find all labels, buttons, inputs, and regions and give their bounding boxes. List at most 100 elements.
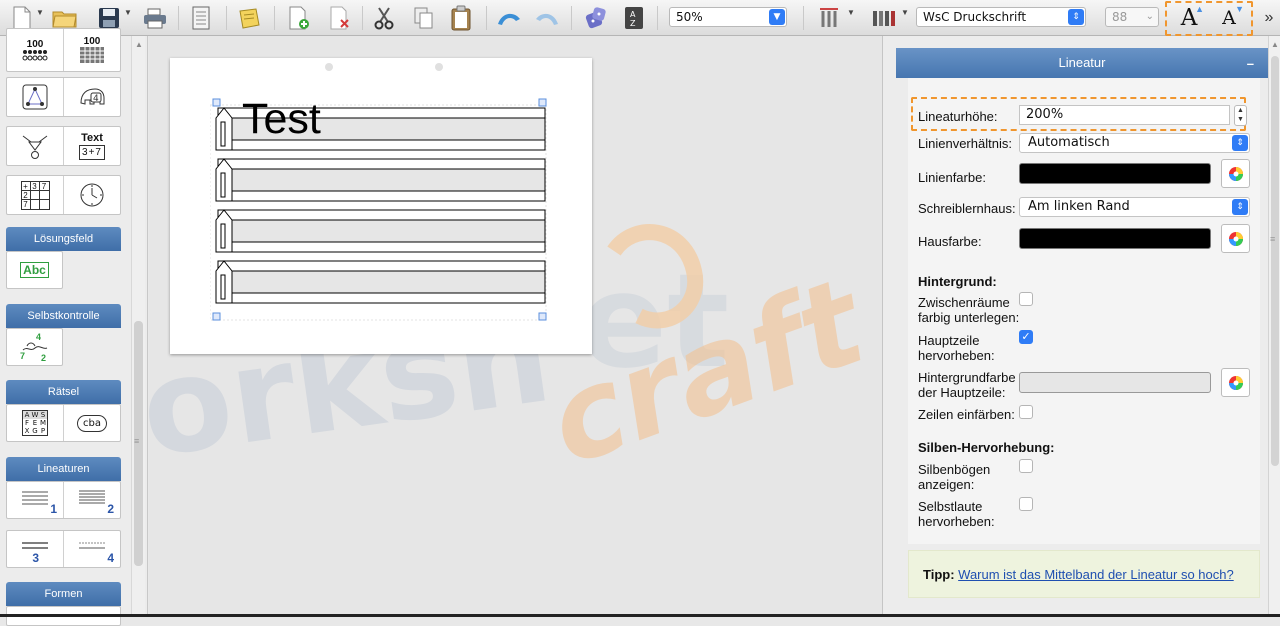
chevron-down-icon[interactable]: ▼ (124, 8, 132, 17)
section-header-raetsel[interactable]: Rätsel (6, 380, 121, 404)
clock-tool[interactable] (64, 176, 120, 214)
hintergrundfarbe-swatch[interactable] (1019, 372, 1211, 393)
scroll-up-icon[interactable]: ▲ (1271, 40, 1279, 49)
linienverhaeltnis-select[interactable]: Automatisch ⇕ (1019, 133, 1250, 153)
document-canvas[interactable]: orksh et craft Test (149, 36, 882, 617)
table-cell (30, 190, 40, 200)
decrease-font-button[interactable]: A ▼ (1212, 4, 1246, 32)
copy-icon (414, 7, 433, 29)
hauptzeile-checkbox[interactable]: ✓ (1019, 330, 1033, 344)
table-cell: 7 (22, 199, 31, 209)
elephant-tool[interactable]: 4 (64, 78, 120, 116)
section-header-selbstkontrolle[interactable]: Selbstkontrolle (6, 304, 121, 328)
redo-button[interactable] (533, 4, 561, 32)
delete-page-button[interactable] (326, 4, 354, 32)
lineatur-3-tool[interactable]: 3 (7, 531, 64, 567)
text-task-tool[interactable]: Text 3+7 (64, 127, 120, 165)
panel-splitter[interactable] (882, 36, 896, 617)
lineatur-4-tool[interactable]: 4 (64, 531, 120, 567)
sidebar-scrollbar[interactable]: ▲ ≡ (131, 36, 145, 617)
lineatur-2-tool[interactable]: 2 (64, 482, 120, 518)
increase-font-button[interactable]: A ▲ (1172, 4, 1206, 32)
table-cell: 3 (30, 181, 40, 191)
number-tree-tool[interactable] (7, 127, 64, 165)
section-header-formen[interactable]: Formen (6, 582, 121, 606)
color-wheel-icon (1228, 375, 1243, 390)
cut-button[interactable] (371, 4, 397, 32)
line-main-band (227, 270, 546, 294)
add-page-button[interactable] (285, 4, 313, 32)
chevron-down-icon[interactable]: ▼ (36, 8, 44, 17)
letter-bubble-tool[interactable]: cba (64, 405, 120, 441)
connect-dots-tool[interactable] (7, 78, 64, 116)
zeilen-einfaerben-checkbox[interactable] (1019, 405, 1033, 419)
sidebar-card-math: Text 3+7 (6, 126, 121, 166)
hausfarbe-label: Hausfarbe: (918, 234, 982, 249)
notepad-icon (239, 8, 260, 29)
panel-scrollbar[interactable]: ▲ ≡ (1268, 36, 1280, 617)
worksheet-text[interactable]: Test (242, 94, 321, 144)
abc-tool[interactable]: Abc (7, 252, 62, 288)
selection-handle (212, 312, 221, 321)
sort-button[interactable]: AZ (620, 4, 648, 32)
random-button[interactable] (582, 4, 610, 32)
lineaturhoehe-label: Lineaturhöhe: (918, 109, 998, 124)
linienfarbe-picker-button[interactable] (1221, 159, 1250, 188)
panel-header[interactable]: Lineatur – (896, 48, 1268, 78)
font-size-select[interactable]: 88 ⌄ (1105, 7, 1159, 27)
addition-table-tool[interactable]: + 3 7 2 7 (7, 176, 64, 214)
page-hole (435, 63, 443, 71)
hundred-grid-tool[interactable]: 100 (64, 29, 120, 71)
lineaturhoehe-stepper[interactable]: ▲ ▼ (1234, 105, 1247, 126)
print-button[interactable] (141, 4, 169, 32)
page-setup-button[interactable] (188, 4, 214, 32)
clipboard-icon (451, 5, 471, 31)
worksheet-page[interactable]: Test (170, 58, 592, 354)
selbstlaute-checkbox[interactable] (1019, 497, 1033, 511)
lineatur-number: 4 (107, 551, 114, 565)
zoom-select[interactable]: 50% ▼ (669, 7, 787, 27)
chevron-updown-icon[interactable]: ⇕ (1232, 199, 1248, 215)
panel-scroll-thumb[interactable] (1271, 56, 1279, 466)
sidebar-card-selfcheck: 4 7 2 (6, 328, 63, 366)
chevron-down-icon[interactable]: ⌄ (1146, 8, 1154, 26)
puzzle-letter: P (40, 427, 46, 435)
word-search-tool[interactable]: A W S F E M X G P (7, 405, 64, 441)
tip-label: Tipp: (923, 567, 955, 582)
font-select[interactable]: WsC Druckschrift ⇕ (916, 7, 1086, 27)
scroll-up-icon[interactable]: ▲ (135, 40, 143, 49)
sidebar-card-tables: + 3 7 2 7 (6, 175, 121, 215)
lineaturhoehe-input[interactable]: 200% (1019, 105, 1230, 125)
lineatur-1-tool[interactable]: 1 (7, 482, 64, 518)
hausfarbe-swatch[interactable] (1019, 228, 1211, 249)
line-spacing-button[interactable] (815, 4, 843, 32)
chevron-updown-icon[interactable]: ⇕ (1232, 135, 1248, 151)
check-number: 7 (20, 351, 26, 361)
collapse-icon[interactable]: – (1247, 49, 1254, 79)
hausfarbe-picker-button[interactable] (1221, 224, 1250, 253)
silbenboegen-checkbox[interactable] (1019, 459, 1033, 473)
tip-link[interactable]: Warum ist das Mittelband der Lineatur so… (958, 567, 1234, 582)
copy-button[interactable] (411, 4, 437, 32)
section-header-loesungsfeld[interactable]: Lösungsfeld (6, 227, 121, 251)
chevron-down-icon[interactable]: ▼ (901, 8, 909, 17)
chevron-updown-icon[interactable]: ⇕ (1068, 9, 1084, 25)
chevron-down-icon[interactable]: ▼ (769, 9, 785, 25)
undo-button[interactable] (495, 4, 523, 32)
lineatur-icon (22, 491, 48, 505)
hintergrundfarbe-picker-button[interactable] (1221, 368, 1250, 397)
paste-button[interactable] (447, 4, 475, 32)
new-document-icon (13, 6, 31, 30)
section-header-lineaturen[interactable]: Lineaturen (6, 457, 121, 481)
linienfarbe-swatch[interactable] (1019, 163, 1211, 184)
chevron-down-icon[interactable]: ▼ (847, 8, 855, 17)
dots-tool[interactable]: 100 (7, 29, 64, 71)
schreiblernhaus-select[interactable]: Am linken Rand ⇕ (1019, 197, 1250, 217)
notes-button[interactable] (235, 4, 263, 32)
columns-button[interactable] (870, 4, 898, 32)
word-grid-icon: A W S F E M X G P (22, 410, 48, 436)
svg-text:A: A (630, 10, 636, 19)
toolbar-overflow-button[interactable]: » (1260, 4, 1278, 32)
zwischenraeume-checkbox[interactable] (1019, 292, 1033, 306)
self-check-tool[interactable]: 4 7 2 (7, 329, 62, 365)
